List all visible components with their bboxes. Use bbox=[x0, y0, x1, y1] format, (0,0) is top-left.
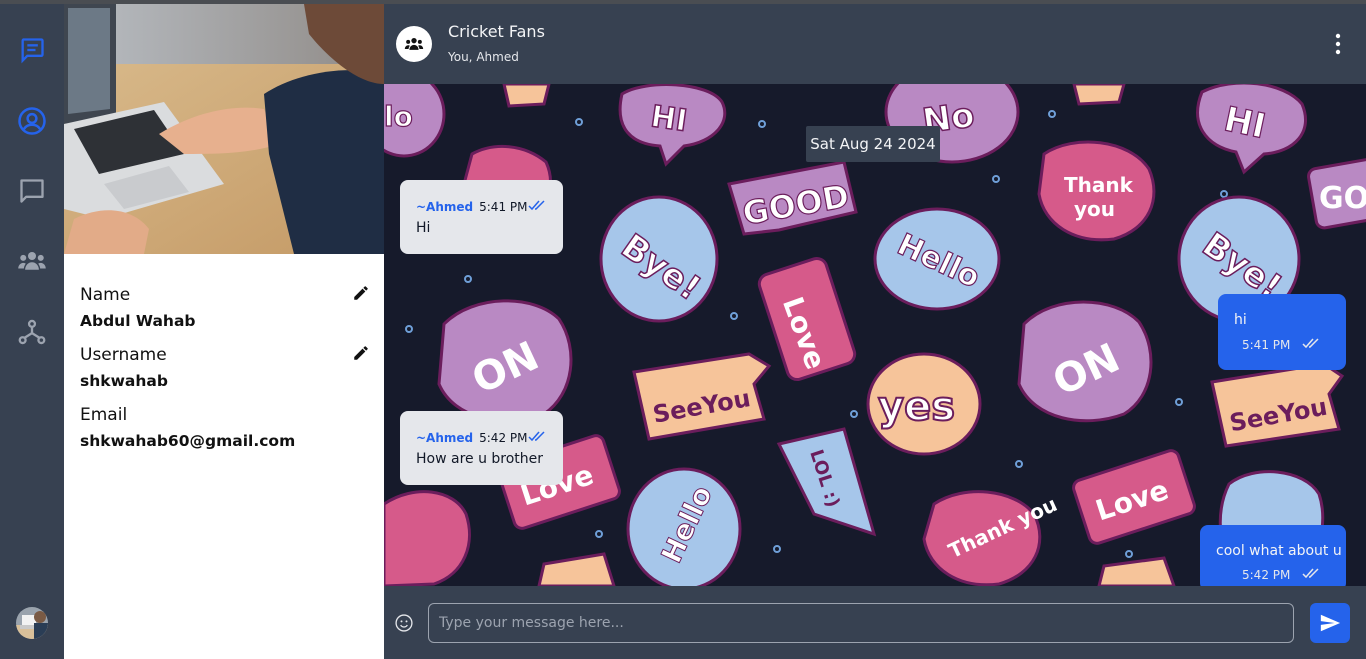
svg-text:Thank: Thank bbox=[1064, 173, 1134, 197]
field-value: shkwahab60@gmail.com bbox=[80, 432, 296, 450]
profile-field-name: Name Abdul Wahab bbox=[80, 284, 370, 332]
profile-icon[interactable] bbox=[16, 105, 48, 137]
send-button[interactable] bbox=[1310, 603, 1350, 643]
message-time: 5:42 PM bbox=[1242, 568, 1291, 582]
message-time: 5:41 PM bbox=[479, 200, 528, 214]
message-bubble-incoming[interactable]: ~Ahmed 5:41 PM Hi bbox=[400, 180, 563, 254]
groups-icon[interactable] bbox=[16, 245, 48, 277]
svg-text:yes: yes bbox=[878, 384, 955, 430]
profile-field-email: Email shkwahab60@gmail.com bbox=[80, 404, 370, 452]
message-sender: ~Ahmed bbox=[416, 431, 474, 445]
chat-header: Cricket Fans You, Ahmed bbox=[384, 4, 1366, 84]
message-composer bbox=[384, 586, 1366, 659]
svg-text:lo: lo bbox=[384, 100, 413, 133]
field-value: shkwahab bbox=[80, 372, 168, 390]
svg-text:HI: HI bbox=[648, 99, 689, 139]
more-options-icon[interactable] bbox=[1326, 32, 1350, 56]
chat-title[interactable]: Cricket Fans bbox=[448, 22, 545, 41]
message-meta: ~Ahmed 5:42 PM bbox=[416, 431, 527, 445]
profile-field-username: Username shkwahab bbox=[80, 344, 370, 392]
send-icon bbox=[1320, 614, 1341, 632]
double-check-icon bbox=[528, 431, 545, 442]
chat-wallpaper: HI No lo GOOD Bye! Hello Love Thank you bbox=[384, 84, 1366, 586]
message-meta: 5:41 PM bbox=[1242, 338, 1290, 352]
message-meta: 5:42 PM bbox=[1242, 568, 1290, 582]
message-text: cool what about u bbox=[1216, 543, 1342, 559]
message-input[interactable] bbox=[428, 603, 1294, 643]
message-meta: ~Ahmed 5:41 PM bbox=[416, 200, 527, 214]
group-people-icon bbox=[404, 38, 424, 50]
field-label: Username bbox=[80, 345, 167, 365]
chats-icon[interactable] bbox=[16, 34, 48, 66]
profile-panel: Name Abdul Wahab Username shkwahab Email… bbox=[64, 4, 384, 659]
message-bubble-outgoing[interactable]: cool what about u 5:42 PM bbox=[1200, 525, 1346, 586]
double-check-icon bbox=[1302, 568, 1319, 579]
message-sender: ~Ahmed bbox=[416, 200, 474, 214]
message-bubble-outgoing[interactable]: hi 5:41 PM bbox=[1218, 294, 1346, 370]
message-text: How are u brother bbox=[416, 451, 544, 467]
message-text: Hi bbox=[416, 220, 431, 236]
edit-username-pencil-icon[interactable] bbox=[352, 344, 370, 362]
svg-text:GO: GO bbox=[1319, 181, 1366, 216]
date-separator: Sat Aug 24 2024 bbox=[806, 126, 940, 162]
chat-area: Cricket Fans You, Ahmed HI No lo GOOD By… bbox=[384, 4, 1366, 659]
profile-photo bbox=[64, 4, 384, 254]
group-avatar[interactable] bbox=[396, 26, 432, 62]
svg-text:you: you bbox=[1074, 197, 1115, 221]
chat-members: You, Ahmed bbox=[448, 50, 519, 64]
field-label: Name bbox=[80, 285, 131, 305]
sidebar-rail bbox=[0, 4, 64, 659]
message-icon[interactable] bbox=[16, 175, 48, 207]
message-time: 5:42 PM bbox=[479, 431, 528, 445]
user-avatar[interactable] bbox=[16, 607, 48, 639]
message-text: hi bbox=[1234, 312, 1247, 328]
field-value: Abdul Wahab bbox=[80, 312, 196, 330]
network-icon[interactable] bbox=[16, 316, 48, 348]
double-check-icon bbox=[528, 200, 545, 211]
message-time: 5:41 PM bbox=[1242, 338, 1291, 352]
field-label: Email bbox=[80, 405, 128, 425]
message-bubble-incoming[interactable]: ~Ahmed 5:42 PM How are u brother bbox=[400, 411, 563, 485]
edit-name-pencil-icon[interactable] bbox=[352, 284, 370, 302]
emoji-icon[interactable] bbox=[394, 613, 414, 633]
double-check-icon bbox=[1302, 338, 1319, 349]
svg-text:HI: HI bbox=[1220, 99, 1269, 147]
